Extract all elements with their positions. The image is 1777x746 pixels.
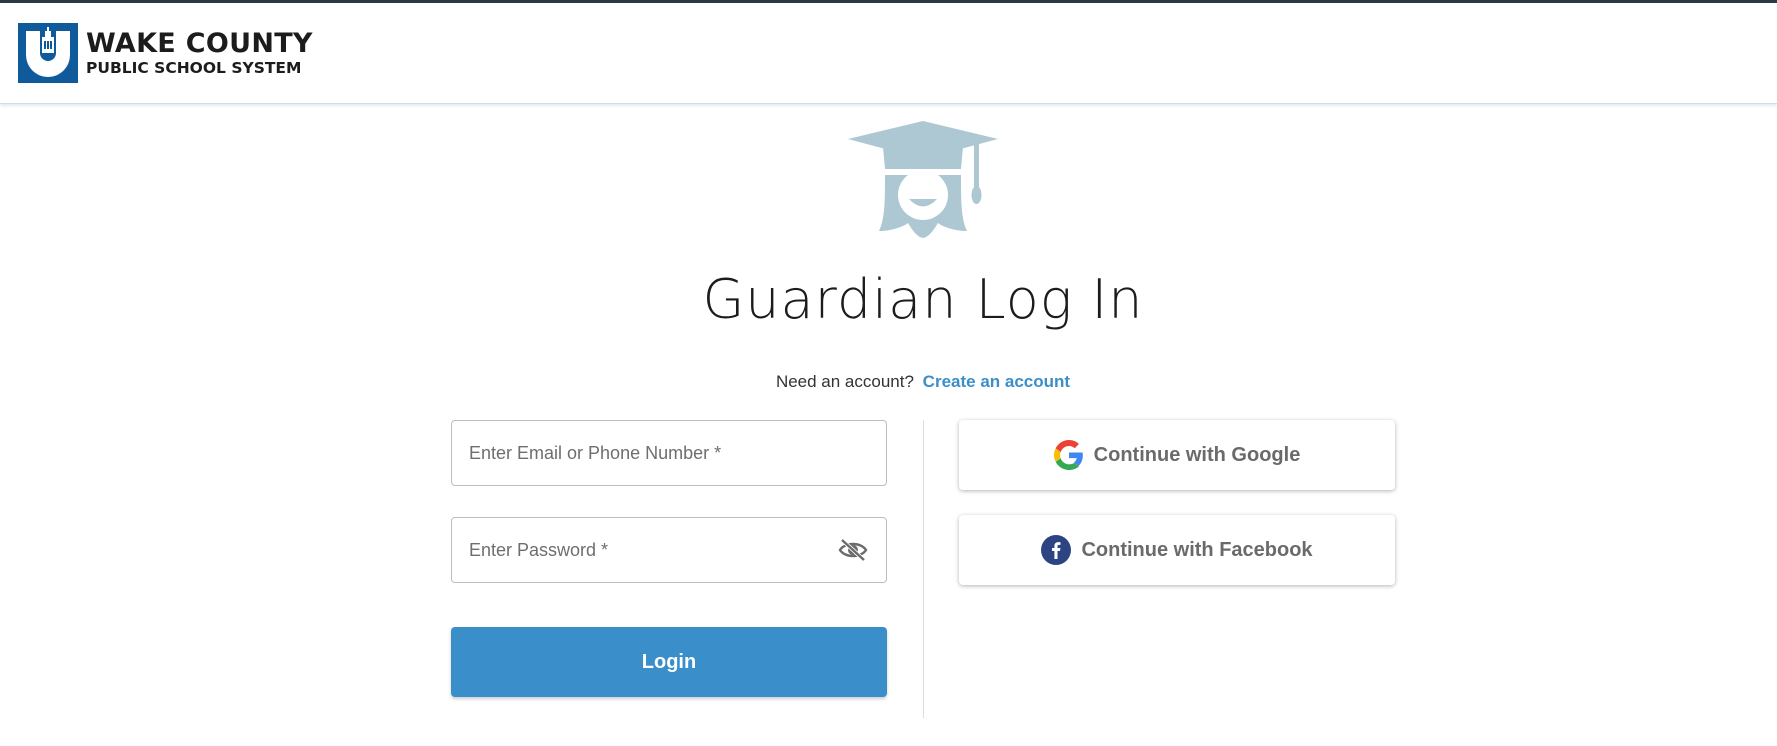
google-login-button[interactable]: Continue with Google [959,420,1395,490]
column-divider [923,420,924,718]
login-button[interactable]: Login [451,627,887,697]
district-logo-icon [18,23,78,83]
signup-prompt-text: Need an account? [775,372,914,391]
google-icon [1053,440,1083,470]
logo-subtitle: PUBLIC SCHOOL SYSTEM [86,59,302,77]
password-field-container [451,517,887,583]
google-login-label: Continue with Google [1093,443,1301,466]
eye-off-icon[interactable] [838,537,868,563]
district-logo[interactable]: WAKE COUNTY PUBLIC SCHOOL SYSTEM [18,23,313,83]
signup-prompt: Need an account? Create an account [0,372,1777,392]
page-title: Guardian Log In [702,268,1144,331]
create-account-link[interactable]: Create an account [923,372,1070,391]
facebook-login-button[interactable]: Continue with Facebook [959,515,1395,585]
password-input[interactable] [452,518,886,582]
email-input[interactable] [452,421,886,485]
site-header: WAKE COUNTY PUBLIC SCHOOL SYSTEM [0,3,1777,104]
facebook-login-label: Continue with Facebook [1081,538,1313,561]
logo-title: WAKE COUNTY [86,28,313,59]
graduate-icon [848,121,998,238]
facebook-icon [1041,535,1072,565]
email-field-container [451,420,887,486]
